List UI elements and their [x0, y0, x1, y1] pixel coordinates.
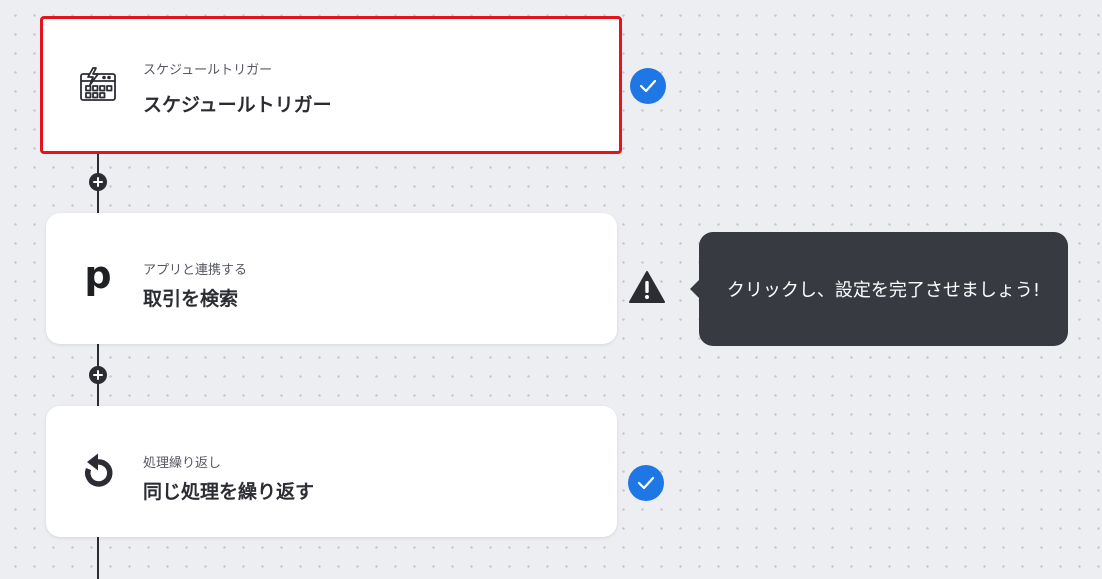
step-complete-badge	[628, 465, 664, 501]
add-step-button[interactable]	[89, 173, 107, 191]
step-complete-badge	[630, 68, 666, 104]
schedule-trigger-icon	[78, 65, 118, 105]
app-logo-icon: p	[84, 252, 112, 297]
repeat-icon	[78, 452, 118, 492]
step-subtitle: 処理繰り返し	[143, 456, 222, 471]
checkmark-icon	[639, 79, 657, 93]
step-title: 取引を検索	[143, 288, 239, 310]
tooltip-text: クリックし、設定を完了させましょう!	[726, 280, 1041, 301]
tooltip-arrow	[690, 280, 699, 298]
flow-step-schedule-trigger[interactable]: スケジュールトリガー スケジュールトリガー	[40, 16, 622, 154]
step-title: 同じ処理を繰り返す	[143, 481, 315, 503]
plus-icon	[93, 370, 103, 380]
flow-step-search-transactions[interactable]: p アプリと連携する 取引を検索	[46, 213, 617, 344]
flow-step-repeat[interactable]: 処理繰り返し 同じ処理を繰り返す	[46, 406, 617, 537]
warning-icon	[628, 270, 666, 304]
add-step-button[interactable]	[89, 366, 107, 384]
flow-connector	[97, 537, 99, 579]
setup-hint-tooltip: クリックし、設定を完了させましょう!	[690, 232, 1068, 346]
step-title: スケジュールトリガー	[143, 94, 332, 116]
checkmark-icon	[637, 476, 655, 490]
step-subtitle: アプリと連携する	[143, 263, 248, 278]
plus-icon	[93, 177, 103, 187]
step-subtitle: スケジュールトリガー	[143, 63, 273, 78]
